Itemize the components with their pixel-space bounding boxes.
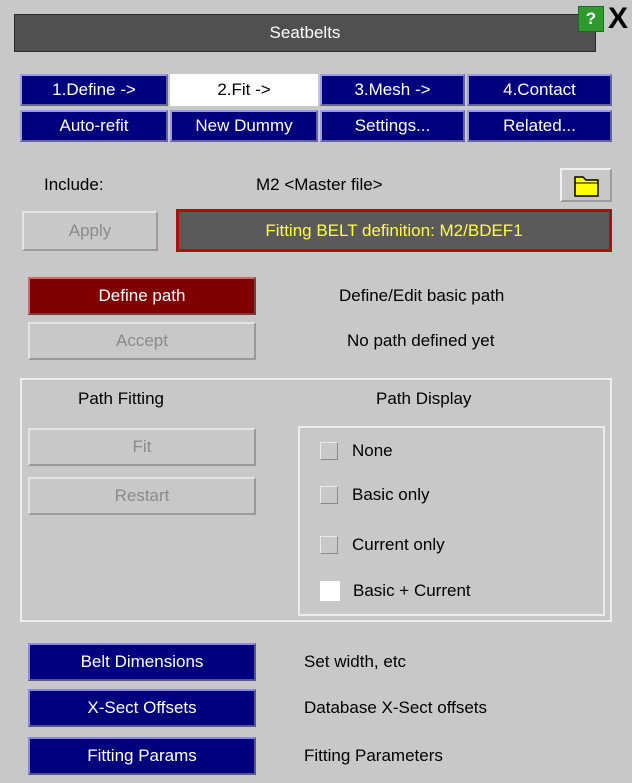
checkbox-checked-icon[interactable] [320,581,340,601]
apply-label: Apply [68,221,112,240]
define-path-button[interactable]: Define path [28,277,256,315]
related-label: Related... [503,116,576,135]
display-option-basic-current-label: Basic + Current [353,581,471,600]
checkbox-icon[interactable] [320,486,338,504]
restart-button[interactable]: Restart [28,477,256,515]
tab-define-label: 1.Define -> [52,80,136,99]
settings-button[interactable]: Settings... [320,110,465,142]
close-icon: X [607,2,628,35]
new-dummy-button[interactable]: New Dummy [170,110,318,142]
apply-button[interactable]: Apply [22,211,158,251]
define-path-label: Define path [98,286,186,305]
display-option-current-only[interactable]: Current only [320,528,445,562]
display-option-none-label: None [352,441,393,460]
accept-button[interactable]: Accept [28,322,256,360]
tab-mesh[interactable]: 3.Mesh -> [320,74,465,106]
fitting-params-label: Fitting Params [87,746,197,765]
tab-mesh-label: 3.Mesh -> [354,80,431,99]
display-option-basic-only-label: Basic only [352,485,430,504]
belt-dimensions-description: Set width, etc [304,652,407,671]
auto-refit-label: Auto-refit [59,116,129,135]
path-display-heading: Path Display [376,389,472,408]
x-sect-offsets-label: X-Sect Offsets [87,698,197,717]
window-title-bar: Seatbelts [14,14,596,52]
display-option-basic-current[interactable]: Basic + Current [320,574,471,608]
checkbox-icon[interactable] [320,442,338,460]
x-sect-offsets-description: Database X-Sect offsets [304,698,488,717]
display-option-current-only-label: Current only [352,535,445,554]
tab-fit-label: 2.Fit -> [217,80,271,99]
status-banner-text: Fitting BELT definition: M2/BDEF1 [265,220,523,240]
window-title: Seatbelts [269,23,341,42]
fitting-params-button[interactable]: Fitting Params [28,737,256,775]
related-button[interactable]: Related... [467,110,612,142]
tab-define[interactable]: 1.Define -> [20,74,168,106]
path-fitting-heading: Path Fitting [78,389,164,408]
belt-dimensions-label: Belt Dimensions [80,652,204,671]
display-option-basic-only[interactable]: Basic only [320,478,429,512]
accept-description: No path defined yet [347,331,495,350]
close-button[interactable]: X [604,2,632,36]
folder-button[interactable] [560,168,612,202]
include-label: Include: [44,175,104,194]
accept-label: Accept [116,331,168,350]
help-button[interactable]: ? [578,6,604,32]
belt-dimensions-button[interactable]: Belt Dimensions [28,643,256,681]
x-sect-offsets-button[interactable]: X-Sect Offsets [28,689,256,727]
fitting-params-description: Fitting Parameters [304,746,443,765]
new-dummy-label: New Dummy [195,116,293,135]
settings-label: Settings... [354,116,431,135]
auto-refit-button[interactable]: Auto-refit [20,110,168,142]
tab-contact-label: 4.Contact [503,80,576,99]
folder-icon [574,176,599,197]
include-value: M2 <Master file> [256,175,383,194]
help-icon: ? [585,9,597,28]
status-banner: Fitting BELT definition: M2/BDEF1 [176,209,612,252]
fit-button[interactable]: Fit [28,428,256,466]
restart-label: Restart [114,486,170,505]
checkbox-icon[interactable] [320,536,338,554]
display-option-none[interactable]: None [320,434,393,468]
tab-fit[interactable]: 2.Fit -> [170,74,318,106]
tab-contact[interactable]: 4.Contact [467,74,612,106]
define-path-description: Define/Edit basic path [339,286,505,305]
fit-label: Fit [132,437,152,456]
